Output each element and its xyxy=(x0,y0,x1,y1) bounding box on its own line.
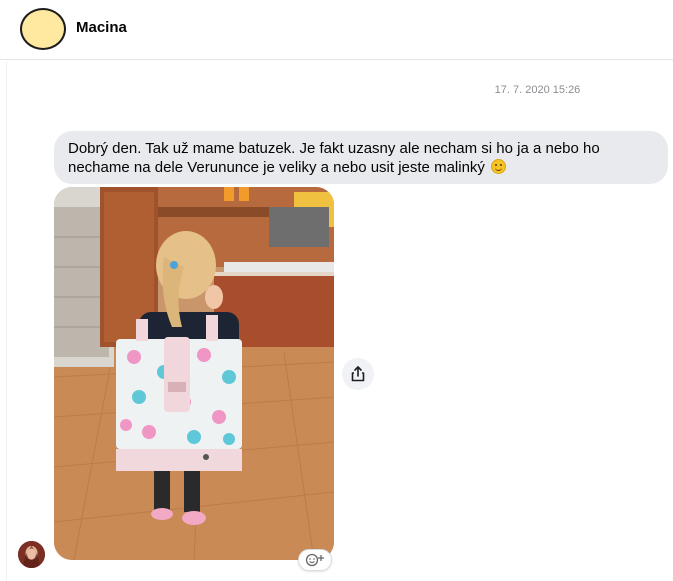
conversation-header: Macina xyxy=(0,0,673,60)
message-bubble[interactable]: Dobrý den. Tak už mame batuzek. Je fakt … xyxy=(54,131,668,184)
add-reaction-button[interactable] xyxy=(298,549,332,571)
contact-avatar[interactable] xyxy=(20,8,66,50)
slightly-smiling-face-icon xyxy=(491,159,507,174)
add-reaction-icon xyxy=(305,553,324,567)
photo-image xyxy=(54,187,334,560)
sender-avatar[interactable] xyxy=(18,541,45,568)
contact-name[interactable]: Macina xyxy=(76,19,127,36)
share-button[interactable] xyxy=(342,358,374,390)
attached-photo[interactable] xyxy=(54,187,334,560)
share-icon xyxy=(351,366,365,382)
divider xyxy=(6,61,7,581)
message-text: Dobrý den. Tak už mame batuzek. Je fakt … xyxy=(68,140,600,176)
sender-avatar-image xyxy=(18,541,45,568)
message-timestamp: 17. 7. 2020 15:26 xyxy=(494,84,581,96)
